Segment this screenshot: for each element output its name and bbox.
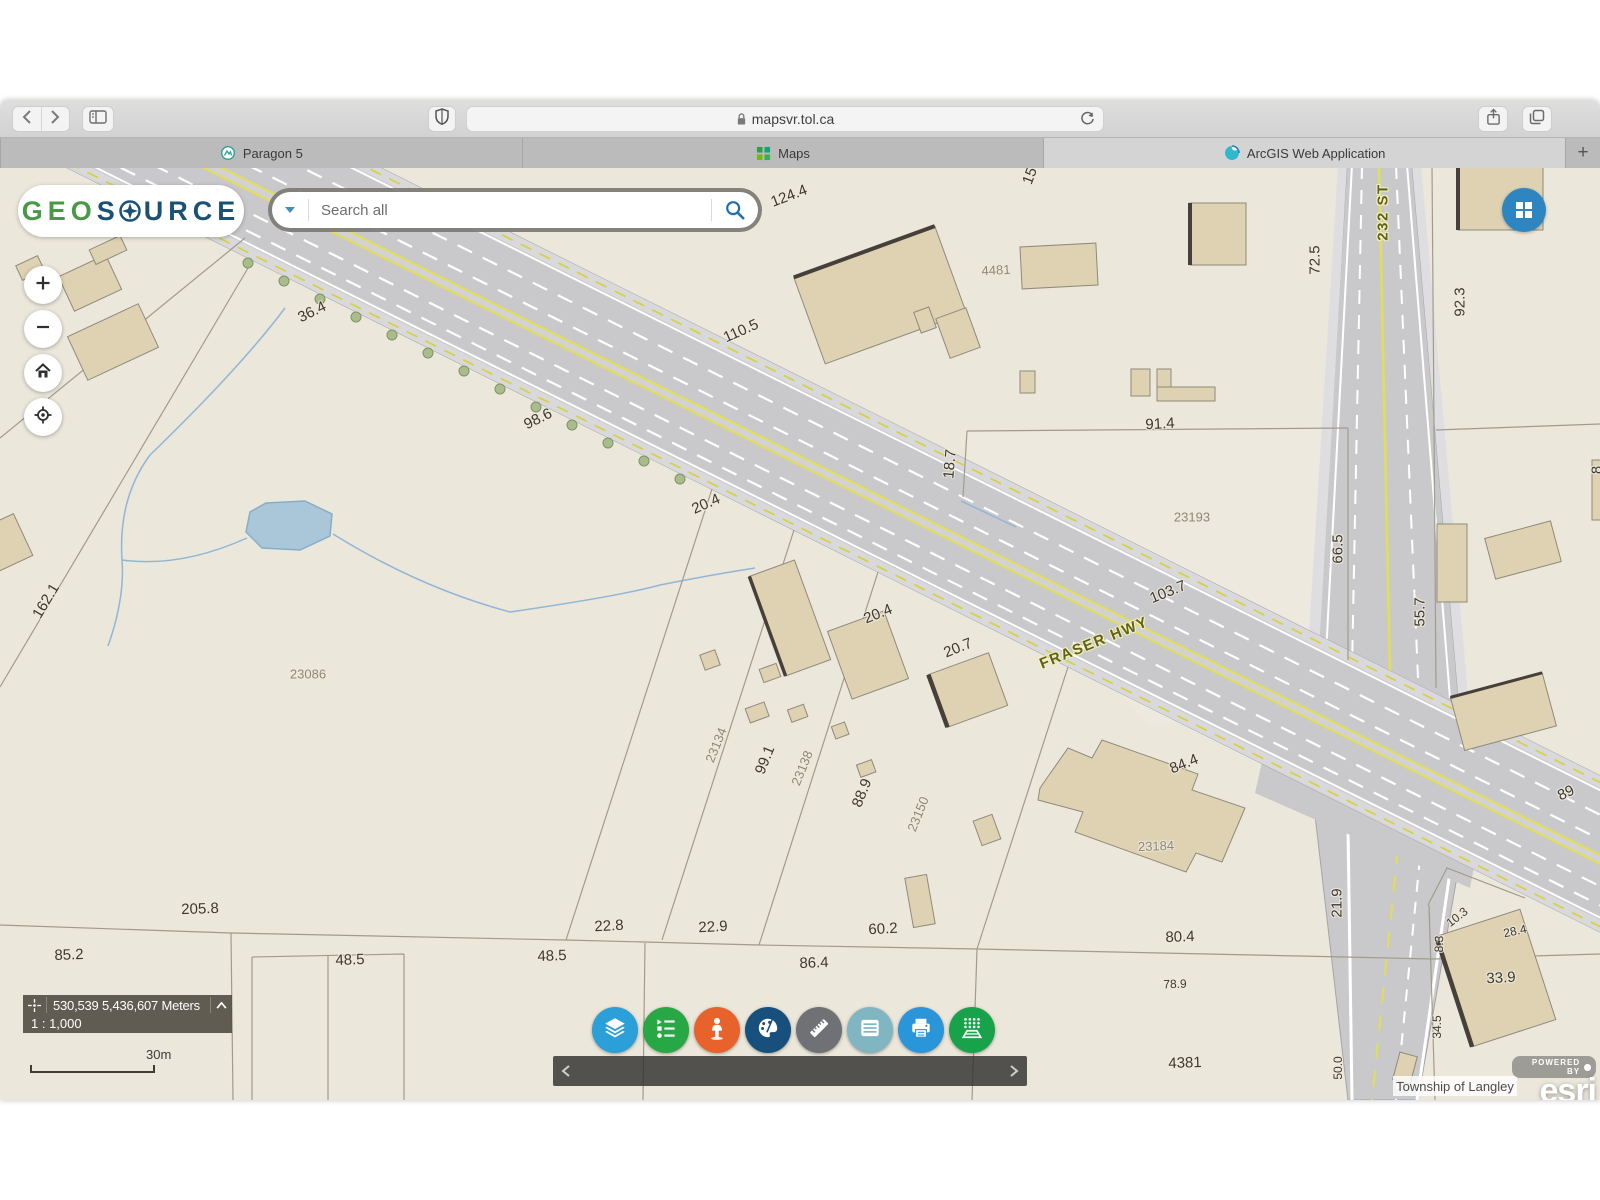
drawing-button[interactable]	[745, 1007, 791, 1053]
chevron-left-icon	[560, 1064, 572, 1078]
scale-bar	[30, 1065, 155, 1073]
esri-dot-icon	[1584, 1064, 1591, 1071]
home-icon	[34, 362, 52, 385]
shield-icon	[435, 108, 449, 130]
zoom-in-button[interactable]	[24, 266, 62, 304]
privacy-shield-button[interactable]	[428, 106, 456, 132]
forward-button[interactable]	[41, 107, 69, 131]
ruler-icon	[806, 1015, 832, 1046]
table-icon	[857, 1015, 883, 1046]
tab-strip: Paragon 5 Maps ArcGIS Web Application +	[0, 138, 1600, 168]
sidebar-icon	[89, 110, 107, 129]
scale-bar-label: 30m	[146, 1047, 171, 1062]
coordinate-readout: 530,539 5,436,607 Meters	[47, 998, 210, 1013]
collapse-button[interactable]	[210, 997, 232, 1013]
coordinate-widget: 530,539 5,436,607 Meters 1 : 1,000	[23, 995, 232, 1033]
screen: mapsvr.tol.ca Paragon 5 Maps ArcGIS Web Ap…	[0, 0, 1600, 1200]
home-button[interactable]	[24, 354, 62, 392]
new-tab-button[interactable]: +	[1566, 138, 1600, 168]
share-icon	[1486, 108, 1501, 131]
dock-prev-button[interactable]	[556, 1062, 576, 1080]
sidebar-button[interactable]	[82, 106, 114, 132]
tab-label: ArcGIS Web Application	[1247, 146, 1386, 161]
selection-button[interactable]	[949, 1007, 995, 1053]
back-button[interactable]	[13, 107, 41, 131]
tab-maps[interactable]: Maps	[523, 138, 1045, 168]
paragon-icon	[220, 145, 236, 161]
compass-icon	[118, 199, 142, 223]
nav-buttons	[12, 106, 70, 132]
browser-window: mapsvr.tol.ca Paragon 5 Maps ArcGIS Web Ap…	[0, 100, 1600, 1100]
map-canvas[interactable]: 124.415448172.5232 ST92.336.4110.591.418…	[0, 168, 1600, 1100]
plus-icon	[34, 274, 52, 297]
geosource-logo: GEO S URCE	[18, 185, 244, 237]
grid-surface-icon	[959, 1015, 985, 1046]
tab-overview-button[interactable]	[1522, 106, 1552, 132]
chevron-right-icon	[1008, 1064, 1020, 1078]
crosshair-icon	[23, 997, 47, 1013]
person-icon	[704, 1015, 730, 1046]
back-icon	[21, 109, 33, 130]
search-type-dropdown[interactable]	[272, 206, 308, 214]
search-bar	[268, 188, 762, 232]
tab-paragon-5[interactable]: Paragon 5	[0, 138, 523, 168]
reload-button[interactable]	[1080, 111, 1095, 129]
search-icon	[724, 199, 746, 221]
pond	[246, 501, 332, 550]
lock-icon	[736, 112, 747, 126]
palette-icon	[755, 1015, 781, 1046]
apps-grid-button[interactable]	[1502, 188, 1546, 232]
chevron-up-icon	[216, 1002, 227, 1009]
dock-next-button[interactable]	[1004, 1062, 1024, 1080]
print-icon	[908, 1015, 934, 1046]
measure-button[interactable]	[796, 1007, 842, 1053]
basemap-graphics	[0, 168, 1600, 1100]
minus-icon	[34, 318, 52, 341]
grid-icon	[1513, 199, 1535, 221]
legend-button[interactable]	[643, 1007, 689, 1053]
layers-button[interactable]	[592, 1007, 638, 1053]
tabs-icon	[1529, 109, 1545, 130]
locate-icon	[34, 406, 52, 429]
locate-button[interactable]	[24, 398, 62, 436]
road-232st-north	[1306, 168, 1470, 718]
forward-icon	[49, 109, 61, 130]
attribution: Township of Langley	[1393, 1076, 1517, 1096]
logo-text-urce: URCE	[144, 196, 241, 227]
streetview-button[interactable]	[694, 1007, 740, 1053]
tab-arcgis-web-application[interactable]: ArcGIS Web Application	[1044, 138, 1566, 168]
map-scale-readout: 1 : 1,000	[23, 1015, 232, 1031]
address-bar[interactable]: mapsvr.tol.ca	[466, 106, 1104, 132]
address-text: mapsvr.tol.ca	[752, 111, 834, 127]
table-button[interactable]	[847, 1007, 893, 1053]
arcgis-icon	[1224, 145, 1240, 161]
share-button[interactable]	[1478, 106, 1508, 132]
tab-label: Paragon 5	[243, 146, 303, 161]
maps-icon	[756, 146, 771, 161]
zoom-out-button[interactable]	[24, 310, 62, 348]
chevron-down-icon	[284, 206, 296, 214]
search-button[interactable]	[712, 199, 758, 221]
print-button[interactable]	[898, 1007, 944, 1053]
logo-text-geo: GEO	[22, 196, 97, 227]
search-input[interactable]	[309, 202, 711, 219]
tab-label: Maps	[778, 146, 810, 161]
layers-icon	[602, 1015, 628, 1046]
browser-toolbar: mapsvr.tol.ca	[0, 100, 1600, 138]
widget-dock	[553, 1056, 1027, 1086]
logo-text-s: S	[97, 196, 120, 227]
legend-icon	[653, 1015, 679, 1046]
esri-logo: POWERED BY esri	[1512, 1052, 1596, 1098]
esri-wordmark: esri	[1512, 1076, 1596, 1100]
